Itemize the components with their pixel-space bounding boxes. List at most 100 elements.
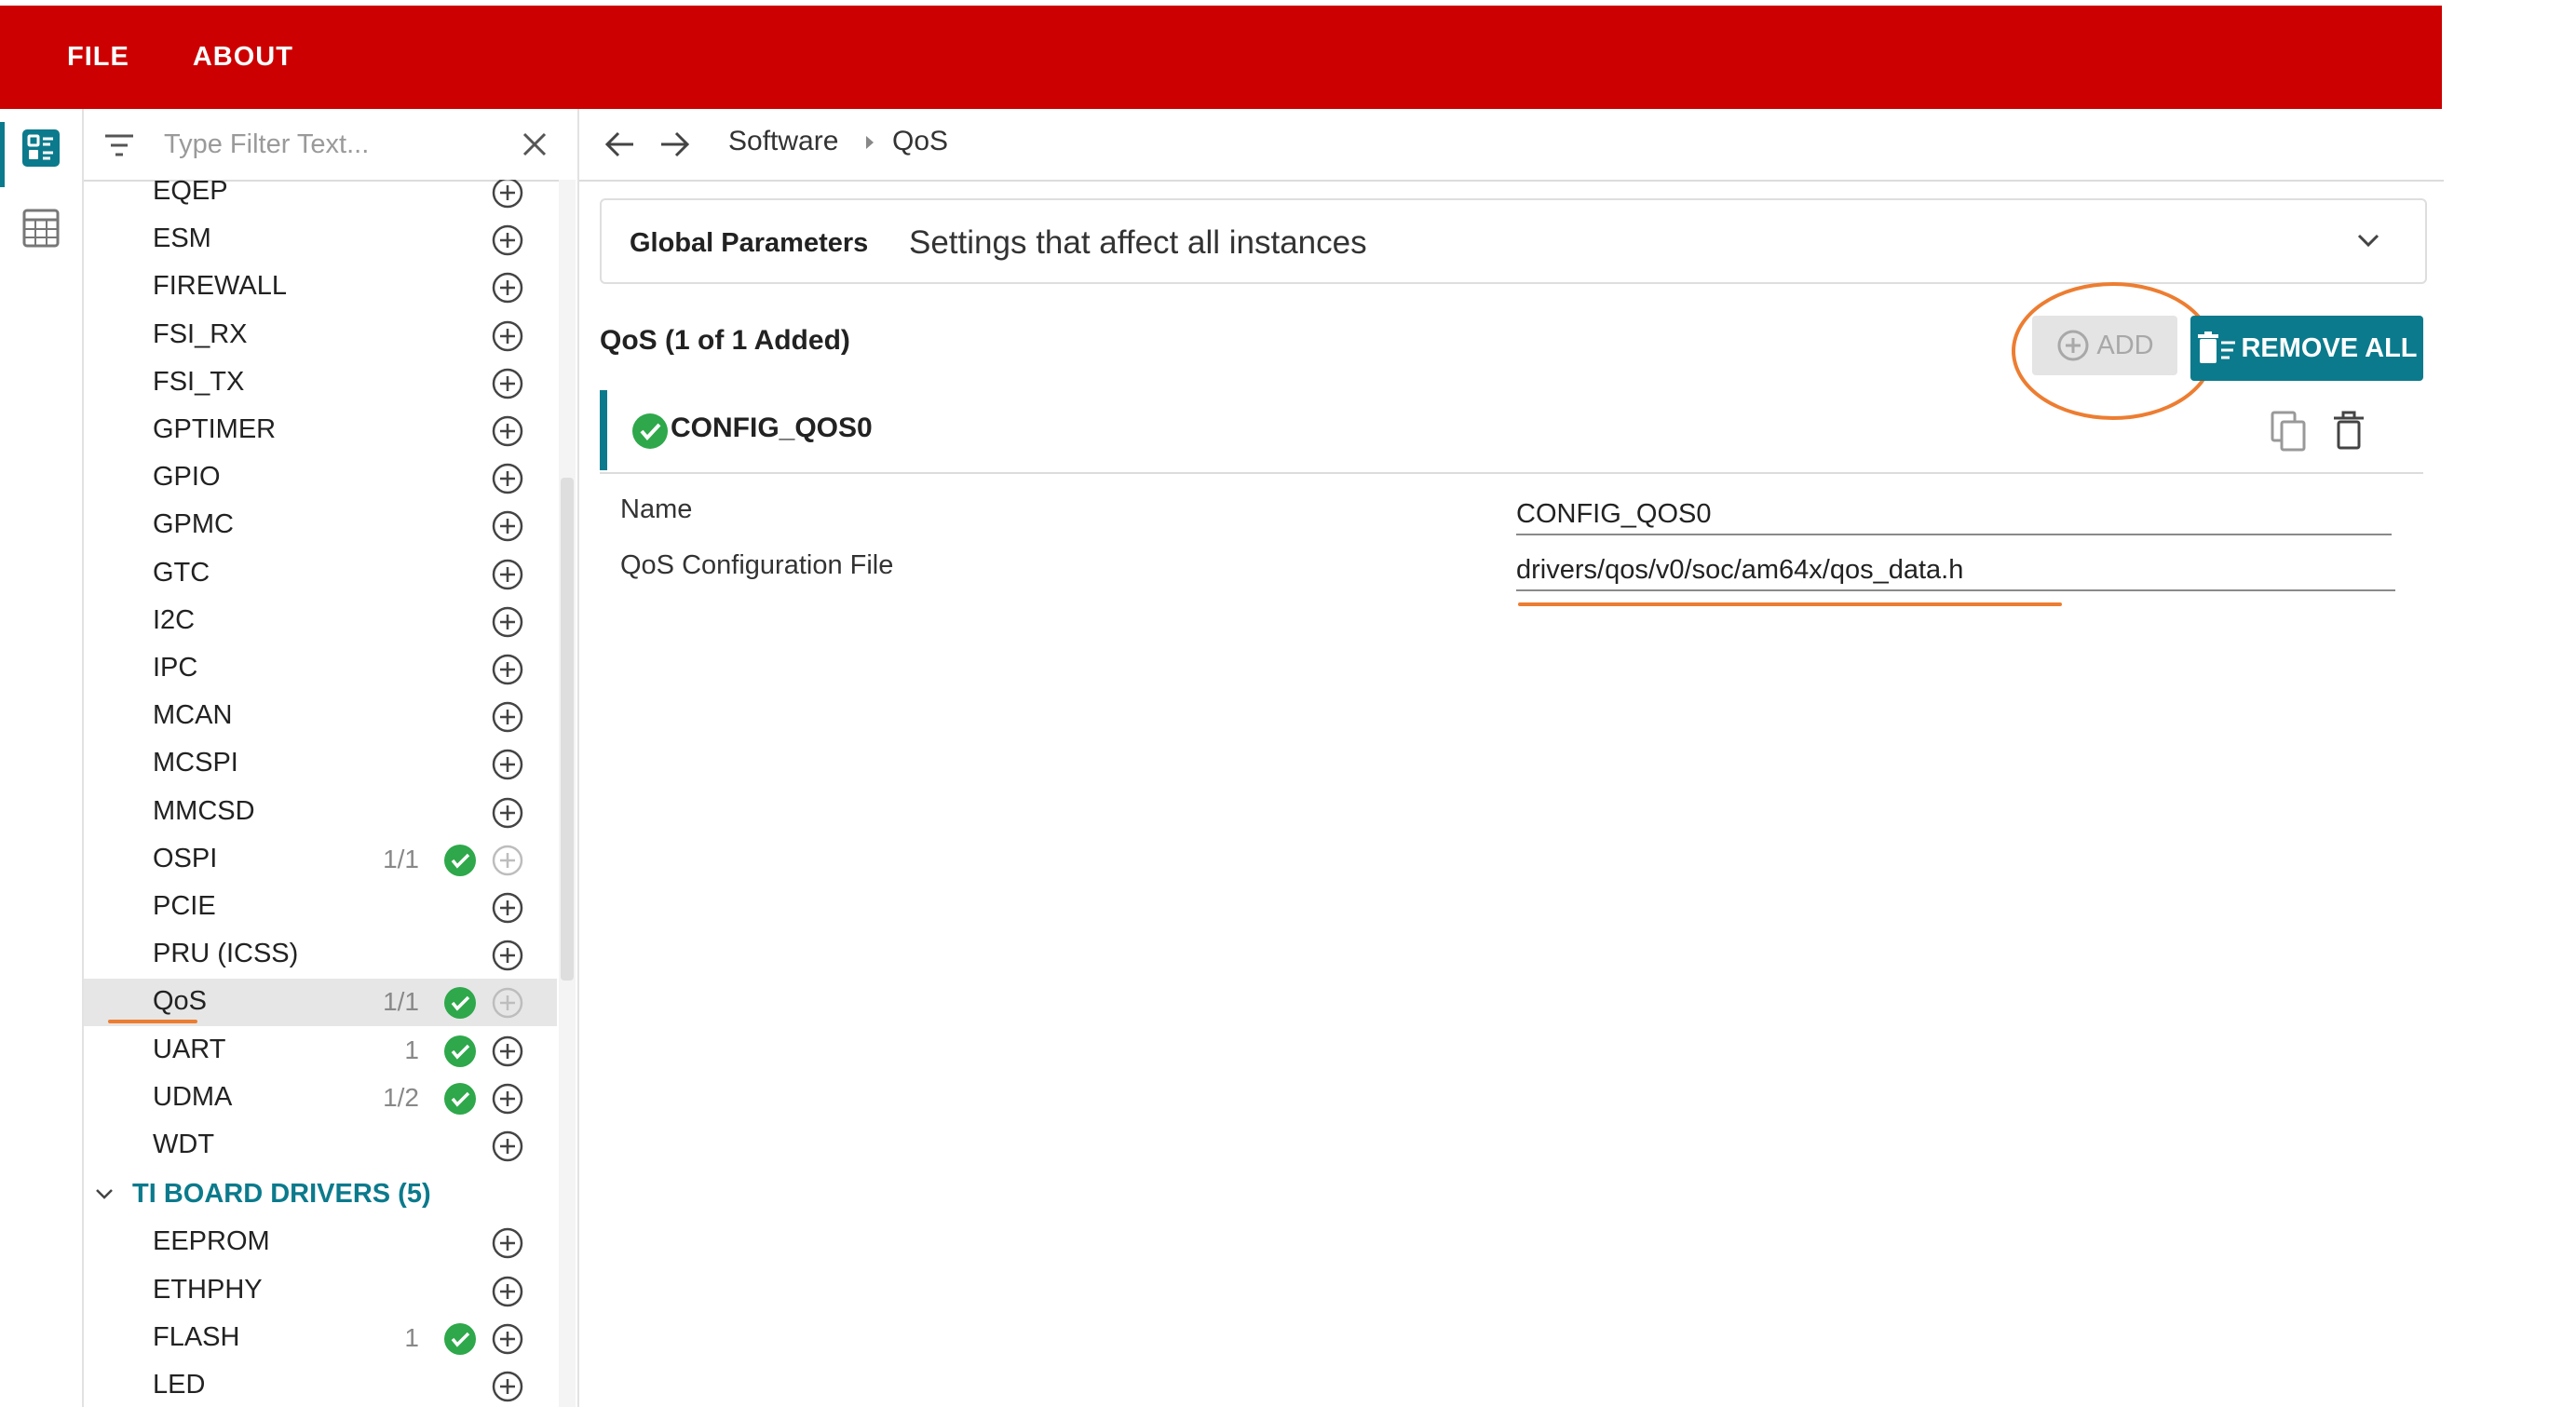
tree-item-ospi[interactable]: OSPI 1/1 [84, 836, 557, 884]
add-circle-icon[interactable] [490, 1321, 525, 1357]
tree-item-label: FSI_TX [153, 366, 245, 397]
tree-item-i2c[interactable]: I2C [84, 598, 557, 645]
check-circle-icon [444, 1082, 476, 1115]
instance-row[interactable]: CONFIG_QOS0 [600, 390, 2423, 474]
tree-item-label: EQEP [153, 180, 228, 206]
tree-item-label: UDMA [153, 1081, 233, 1112]
add-circle-icon[interactable] [490, 1225, 525, 1261]
add-circle-icon[interactable] [490, 1034, 525, 1069]
add-circle-icon[interactable] [490, 890, 525, 926]
tree-item-gpio[interactable]: GPIO [84, 454, 557, 502]
chevron-down-icon[interactable] [2352, 224, 2384, 256]
tree-item-mmcsd[interactable]: MMCSD [84, 789, 557, 836]
tree-item-ethphy[interactable]: ETHPHY [84, 1267, 557, 1315]
tree-group-label: TI BOARD DRIVERS (5) [132, 1179, 431, 1210]
tree-item-label: GPIO [153, 462, 221, 493]
add-circle-icon[interactable] [490, 508, 525, 544]
tree-item-eqep[interactable]: EQEP [84, 180, 557, 216]
delete-all-icon [2198, 331, 2236, 363]
tree-item-uart[interactable]: UART 1 [84, 1027, 557, 1075]
calculator-icon[interactable] [15, 202, 67, 254]
tree-item-eeprom[interactable]: EEPROM [84, 1219, 557, 1266]
add-circle-icon[interactable] [490, 1081, 525, 1116]
back-arrow-icon[interactable] [602, 126, 639, 163]
chevron-down-icon[interactable] [93, 1183, 115, 1205]
add-circle-icon[interactable] [490, 652, 525, 687]
instance-count: 1 [404, 1322, 419, 1352]
name-field[interactable] [1516, 494, 2392, 535]
add-circle-icon[interactable] [490, 699, 525, 735]
add-circle-icon [492, 845, 523, 876]
add-circle-icon[interactable] [490, 270, 525, 305]
tree-item-label: EEPROM [153, 1226, 270, 1257]
menu-about[interactable]: ABOUT [161, 42, 325, 73]
instance-count: 1/1 [383, 987, 419, 1017]
add-circle-icon[interactable] [490, 366, 525, 401]
qos-config-file-label: QoS Configuration File [620, 550, 894, 580]
add-circle-icon[interactable] [490, 1274, 525, 1309]
tree-item-label: LED [153, 1370, 206, 1400]
add-circle-icon[interactable] [490, 413, 525, 449]
breadcrumb-separator-icon [866, 136, 874, 149]
tree-item-ipc[interactable]: IPC [84, 645, 557, 693]
tree-item-label: MCAN [153, 700, 233, 731]
tree-item-pru-icss[interactable]: PRU (ICSS) [84, 931, 557, 979]
instance-count: 1 [404, 1035, 419, 1064]
close-icon[interactable] [518, 128, 551, 161]
breadcrumb-software[interactable]: Software [728, 126, 838, 157]
menu-file[interactable]: FILE [35, 42, 161, 73]
add-button[interactable]: ADD [2032, 316, 2177, 375]
add-circle-icon[interactable] [490, 557, 525, 592]
tree-item-fsi-rx[interactable]: FSI_RX [84, 312, 557, 359]
breadcrumb-qos[interactable]: QoS [892, 126, 948, 157]
add-circle-icon[interactable] [490, 1369, 525, 1404]
tree-item-esm[interactable]: ESM [84, 216, 557, 264]
add-circle-icon[interactable] [490, 938, 525, 973]
copy-icon[interactable] [2269, 409, 2310, 453]
tree-group-ti-board-drivers[interactable]: TI BOARD DRIVERS (5) [84, 1171, 557, 1219]
tree-item-mcspi[interactable]: MCSPI [84, 740, 557, 788]
breadcrumb: Software QoS [579, 109, 2444, 182]
tree-item-label: GPTIMER [153, 414, 277, 444]
trash-icon[interactable] [2332, 411, 2366, 452]
tree-item-gpmc[interactable]: GPMC [84, 502, 557, 549]
config-file-highlight-underline [1518, 602, 2062, 606]
tree-item-label: QoS [153, 986, 208, 1017]
add-circle-icon[interactable] [490, 795, 525, 831]
global-parameters-card[interactable]: Global Parameters Settings that affect a… [600, 198, 2427, 284]
tree-item-label: WDT [153, 1130, 215, 1159]
tree-item-pcie[interactable]: PCIE [84, 884, 557, 931]
qos-config-file-field[interactable] [1516, 550, 2395, 591]
remove-all-button[interactable]: REMOVE ALL [2190, 316, 2423, 381]
tree-item-wdt[interactable]: WDT [84, 1122, 557, 1170]
instance-name: CONFIG_QOS0 [671, 413, 873, 443]
tree-item-gptimer[interactable]: GPTIMER [84, 407, 557, 454]
add-circle-icon[interactable] [490, 461, 525, 496]
add-circle-icon[interactable] [490, 318, 525, 354]
tree-item-gtc[interactable]: GTC [84, 550, 557, 598]
add-circle-icon[interactable] [490, 180, 525, 210]
tree-item-led[interactable]: LED [84, 1362, 557, 1407]
add-circle-icon[interactable] [490, 1129, 525, 1164]
check-circle-icon [444, 1322, 476, 1355]
add-circle-icon[interactable] [490, 604, 525, 640]
tree-item-label: PRU (ICSS) [153, 939, 299, 969]
tree-item-udma[interactable]: UDMA 1/2 [84, 1075, 557, 1122]
main-panel: Software QoS Global Parameters Settings … [577, 109, 2444, 1407]
tree-item-label: IPC [153, 653, 198, 683]
global-parameters-description: Settings that affect all instances [909, 224, 1367, 261]
tree-item-label: ESM [153, 223, 211, 254]
instance-selected-bar [600, 390, 607, 470]
add-circle-icon[interactable] [490, 747, 525, 782]
tree-item-firewall[interactable]: FIREWALL [84, 264, 557, 311]
add-circle-icon[interactable] [490, 223, 525, 258]
tree-item-label: MMCSD [153, 795, 255, 826]
filter-input[interactable] [162, 122, 557, 167]
tree-item-flash[interactable]: FLASH 1 [84, 1315, 557, 1362]
menu-bar: FILE ABOUT [0, 6, 2442, 109]
tree-item-mcan[interactable]: MCAN [84, 693, 557, 740]
tree-item-fsi-tx[interactable]: FSI_TX [84, 359, 557, 407]
tree-scrollbar-thumb[interactable] [561, 478, 574, 981]
forward-arrow-icon[interactable] [656, 126, 693, 163]
list-view-icon[interactable] [15, 122, 67, 174]
